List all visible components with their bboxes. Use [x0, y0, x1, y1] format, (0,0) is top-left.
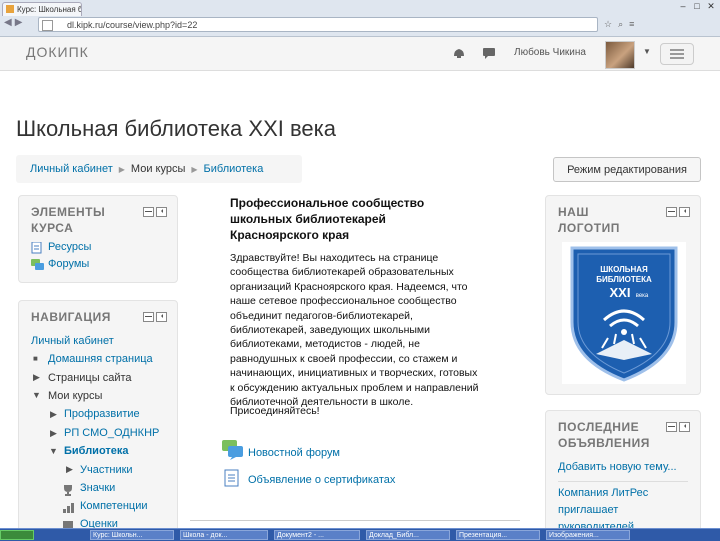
nav-competencies[interactable]: Компетенции [80, 500, 148, 512]
block-title: ПОСЛЕДНИЕ ОБЪЯВЛЕНИЯ [558, 420, 650, 450]
address-bar[interactable]: dl.kipk.ru/course/view.php?id=22 [38, 17, 598, 32]
content-join-text: Присоединяйтесь! [230, 405, 320, 417]
divider [558, 481, 688, 482]
news-item-link[interactable]: Компания ЛитРес [558, 487, 648, 499]
chevron-right-icon[interactable]: ▶ [50, 428, 57, 439]
dock-block-icon[interactable] [156, 312, 167, 322]
minimize-block-icon[interactable] [666, 422, 677, 432]
taskbar-item[interactable]: Документ2 - ... [274, 530, 360, 540]
nav-course-rp-smo[interactable]: РП СМО_ОДНКНР [64, 427, 159, 439]
hamburger-menu-button[interactable] [660, 43, 694, 65]
block-our-logo: НАШ ЛОГОТИП ШКОЛЬНАЯ БИБЛИОТЕКА XXI века [545, 195, 701, 395]
search-icon[interactable]: ⌕ [618, 17, 623, 32]
close-window-button[interactable]: ✕ [704, 1, 718, 12]
block-title: НАВИГАЦИЯ [31, 310, 111, 324]
content-heading: Профессиональное сообщество школьных библ… [230, 196, 425, 242]
block-controls [664, 207, 690, 220]
taskbar-item[interactable]: Курс: Школьн... [90, 530, 174, 540]
certificates-announcement-link[interactable]: Объявление о сертификатах [248, 474, 395, 486]
svg-text:ШКОЛЬНАЯ: ШКОЛЬНАЯ [600, 265, 648, 274]
back-icon[interactable]: ◀ [4, 17, 15, 28]
block-controls [664, 422, 690, 435]
forum-icon [222, 440, 243, 460]
edit-mode-button[interactable]: Режим редактирования [553, 157, 701, 182]
chevron-right-icon[interactable]: ▶ [50, 409, 57, 420]
menu-icon[interactable]: ≡ [629, 17, 634, 32]
user-name[interactable]: Любовь Чикина [514, 47, 586, 58]
page-icon [42, 20, 53, 31]
dock-block-icon[interactable] [679, 422, 690, 432]
nav-course-library[interactable]: Библиотека [64, 445, 129, 457]
messages-icon[interactable] [482, 47, 496, 59]
block-controls [141, 312, 167, 325]
page-title: Школьная библиотека XXI века [16, 116, 336, 141]
library-logo-badge: ШКОЛЬНАЯ БИБЛИОТЕКА XXI века [562, 242, 686, 384]
breadcrumb-dashboard[interactable]: Личный кабинет [30, 163, 113, 175]
news-forum-link[interactable]: Новостной форум [248, 447, 340, 459]
notifications-icon[interactable] [452, 47, 466, 59]
resources-link[interactable]: Ресурсы [48, 241, 91, 253]
breadcrumb: Личный кабинет ▶ Мои курсы ▶ Библиотека [16, 155, 302, 183]
block-controls [141, 207, 167, 220]
browser-tab[interactable]: Курс: Школьная библ... [2, 2, 82, 16]
window-controls: – □ ✕ [676, 1, 718, 12]
block-navigation: НАВИГАЦИЯ Личный кабинет ■ Домашняя стра… [18, 300, 178, 540]
os-taskbar: Курс: Школьн... Школа - док... Документ2… [0, 528, 720, 541]
svg-text:XXI: XXI [610, 285, 631, 300]
resource-file-icon [31, 242, 42, 254]
favicon-icon [6, 5, 14, 13]
bullet-icon: ■ [33, 354, 38, 363]
svg-text:БИБЛИОТЕКА: БИБЛИОТЕКА [596, 275, 652, 284]
start-button[interactable] [0, 530, 34, 540]
tab-title: Курс: Школьная библ... [17, 5, 81, 14]
news-item-link[interactable]: приглашает [558, 504, 618, 516]
taskbar-item[interactable]: Изображения... [546, 530, 630, 540]
chevron-down-icon[interactable]: ▼ [643, 47, 651, 56]
block-title: НАШ ЛОГОТИП [558, 205, 620, 235]
block-latest-news: ПОСЛЕДНИЕ ОБЪЯВЛЕНИЯ Добавить новую тему.… [545, 410, 701, 540]
chevron-right-icon[interactable]: ▶ [33, 372, 40, 383]
minimize-block-icon[interactable] [143, 312, 154, 322]
forum-icon [31, 259, 44, 270]
nav-site-pages[interactable]: Страницы сайта [48, 372, 132, 384]
breadcrumb-separator-icon: ▶ [191, 165, 198, 174]
breadcrumb-separator-icon: ▶ [118, 165, 125, 174]
block-title: ЭЛЕМЕНТЫ КУРСА [31, 205, 106, 235]
document-icon [224, 469, 239, 487]
taskbar-item[interactable]: Школа - док... [180, 530, 268, 540]
forward-icon[interactable]: ▶ [15, 17, 26, 28]
avatar[interactable] [605, 41, 635, 69]
block-course-elements: ЭЛЕМЕНТЫ КУРСА Ресурсы Форумы [18, 195, 178, 283]
forums-link[interactable]: Форумы [48, 258, 89, 270]
breadcrumb-my-courses[interactable]: Мои курсы [131, 163, 185, 175]
minimize-block-icon[interactable] [666, 207, 677, 217]
taskbar-item[interactable]: Презентация... [456, 530, 540, 540]
content-text: Здравствуйте! Вы находитесь на странице с… [230, 252, 479, 409]
nav-badges[interactable]: Значки [80, 482, 115, 494]
nav-participants[interactable]: Участники [80, 464, 133, 476]
add-new-topic-link[interactable]: Добавить новую тему... [558, 461, 677, 473]
taskbar-item[interactable]: Доклад_Библ... [366, 530, 450, 540]
nav-dashboard[interactable]: Личный кабинет [31, 335, 114, 347]
nav-course-profrazvitie[interactable]: Профразвитие [64, 408, 140, 420]
bookmark-star-icon[interactable]: ☆ [604, 17, 612, 32]
browser-right-toolbar: ☆ ⌕ ≡ [604, 17, 716, 32]
maximize-button[interactable]: □ [690, 1, 704, 11]
chevron-down-icon[interactable]: ▼ [49, 446, 58, 456]
divider [190, 520, 520, 521]
dock-block-icon[interactable] [156, 207, 167, 217]
chevron-down-icon[interactable]: ▼ [32, 390, 41, 400]
site-brand[interactable]: ДОКИПК [26, 44, 89, 60]
nav-home[interactable]: Домашняя страница [48, 353, 153, 365]
trophy-icon [64, 485, 72, 496]
minimize-block-icon[interactable] [143, 207, 154, 217]
breadcrumb-library[interactable]: Библиотека [204, 163, 264, 175]
nav-my-courses[interactable]: Мои курсы [48, 390, 102, 402]
minimize-button[interactable]: – [676, 1, 690, 11]
dock-block-icon[interactable] [679, 207, 690, 217]
chevron-right-icon[interactable]: ▶ [66, 464, 73, 475]
svg-text:века: века [636, 293, 649, 299]
browser-nav-buttons: ◀▶ [4, 17, 25, 28]
competencies-icon [63, 503, 74, 513]
